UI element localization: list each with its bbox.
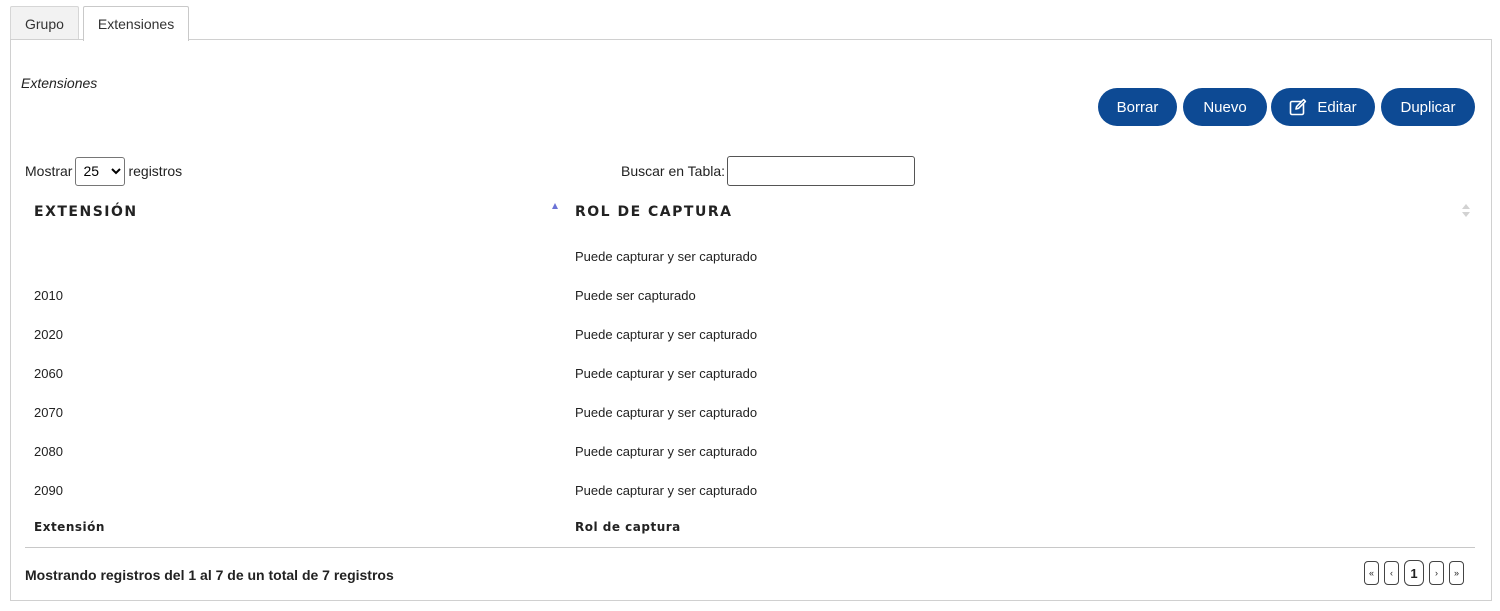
next-page-button[interactable]: ›: [1429, 561, 1444, 585]
last-page-button[interactable]: »: [1449, 561, 1464, 585]
column-header-rol[interactable]: ROL DE CAPTURA: [575, 204, 732, 220]
cell-extension: 2020: [34, 327, 63, 342]
sort-icon: [1462, 204, 1470, 218]
cell-extension: 2070: [34, 405, 63, 420]
cell-rol: Puede capturar y ser capturado: [575, 249, 758, 264]
search-label: Buscar en Tabla:: [621, 163, 726, 179]
column-footer-rol: Rol de captura: [575, 520, 681, 534]
cell-rol: Puede capturar y ser capturado: [575, 483, 758, 498]
table-info: Mostrando registros del 1 al 7 de un tot…: [25, 567, 394, 583]
cell-rol: Puede ser capturado: [575, 288, 696, 303]
column-footer-extension: Extensión: [34, 520, 105, 534]
current-page-button[interactable]: 1: [1404, 560, 1424, 586]
edit-button[interactable]: Editar: [1271, 88, 1375, 126]
length-suffix: registros: [128, 163, 183, 179]
page-size-select[interactable]: 25: [75, 156, 126, 186]
cell-extension: 2080: [34, 444, 63, 459]
tab-panel: Extensiones Borrar Nuevo Editar Duplicar…: [10, 39, 1492, 601]
cell-rol: Puede capturar y ser capturado: [575, 327, 758, 342]
search-input[interactable]: [727, 156, 916, 186]
edit-icon: [1290, 98, 1307, 116]
cell-rol: Puede capturar y ser capturado: [575, 444, 758, 459]
table-row[interactable]: 2010 Puede ser capturado: [25, 275, 1475, 314]
cell-extension: 2060: [34, 366, 63, 381]
table-row[interactable]: 2080 Puede capturar y ser capturado: [25, 431, 1475, 470]
section-title: Extensiones: [21, 75, 98, 91]
cell-extension: 2090: [34, 483, 63, 498]
table-row[interactable]: 2090 Puede capturar y ser capturado: [25, 470, 1475, 509]
cell-rol: Puede capturar y ser capturado: [575, 405, 758, 420]
delete-button[interactable]: Borrar: [1098, 88, 1177, 126]
table-row[interactable]: Puede capturar y ser capturado: [25, 236, 1475, 275]
edit-button-label: Editar: [1317, 98, 1357, 116]
sort-ascending-icon: [552, 203, 558, 209]
table-row[interactable]: 2060 Puede capturar y ser capturado: [25, 353, 1475, 392]
pagination: « ‹ 1 › »: [1364, 560, 1464, 586]
tab-bar: Grupo Extensiones: [10, 6, 193, 41]
table-row[interactable]: 2020 Puede capturar y ser capturado: [25, 314, 1475, 353]
length-prefix: Mostrar: [25, 163, 73, 179]
previous-page-button[interactable]: ‹: [1384, 561, 1399, 585]
cell-rol: Puede capturar y ser capturado: [575, 366, 758, 381]
first-page-button[interactable]: «: [1364, 561, 1379, 585]
table-footer-divider: [25, 547, 1475, 548]
table-row[interactable]: 2070 Puede capturar y ser capturado: [25, 392, 1475, 431]
tab-grupo[interactable]: Grupo: [10, 6, 79, 40]
tab-extensiones[interactable]: Extensiones: [82, 6, 190, 41]
new-button[interactable]: Nuevo: [1183, 88, 1267, 126]
column-header-extension[interactable]: EXTENSIÓN: [34, 204, 138, 220]
length-menu: Mostrar 25 registros: [25, 156, 182, 186]
duplicate-button[interactable]: Duplicar: [1381, 88, 1475, 126]
cell-extension: 2010: [34, 288, 63, 303]
table-search: Buscar en Tabla:: [621, 156, 916, 186]
